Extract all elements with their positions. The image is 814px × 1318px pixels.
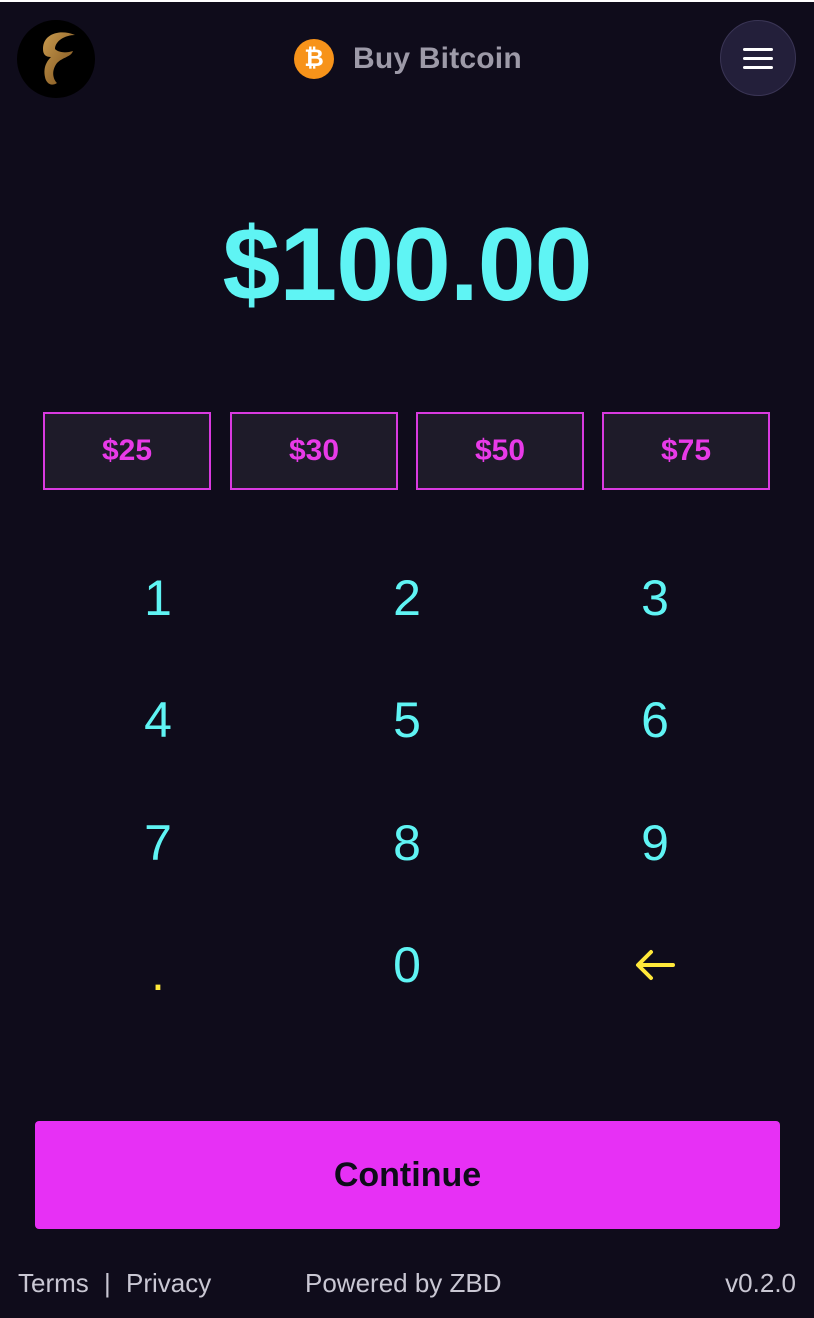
top-divider (0, 0, 814, 2)
continue-button[interactable]: Continue (35, 1121, 780, 1229)
bitcoin-icon: ₿ (294, 39, 334, 79)
hamburger-line (743, 65, 773, 69)
hamburger-menu-icon (743, 47, 773, 51)
terms-link[interactable]: Terms (18, 1266, 89, 1300)
keypad-key-1[interactable]: 1 (78, 548, 238, 648)
keypad-key-4[interactable]: 4 (78, 670, 238, 770)
keypad-key-6[interactable]: 6 (575, 670, 735, 770)
keypad-key-2[interactable]: 2 (327, 548, 487, 648)
page-title: Buy Bitcoin (353, 42, 522, 75)
backspace-button[interactable] (575, 915, 735, 1015)
keypad-key-decimal[interactable]: . (78, 915, 238, 1015)
arrow-left-icon (636, 950, 675, 980)
keypad-key-5[interactable]: 5 (327, 670, 487, 770)
hamburger-line (743, 56, 773, 60)
app-logo[interactable] (17, 20, 95, 98)
preset-amount-button[interactable]: $25 (43, 412, 211, 490)
decimal-point-label: . (151, 945, 165, 1001)
preset-amount-button[interactable]: $30 (230, 412, 398, 490)
fountain-logo-icon (43, 32, 75, 85)
keypad-key-3[interactable]: 3 (575, 548, 735, 648)
privacy-link[interactable]: Privacy (126, 1266, 211, 1300)
bitcoin-glyph: ₿ (304, 45, 324, 72)
powered-by-text[interactable]: Powered by ZBD (305, 1266, 502, 1300)
preset-amount-button[interactable]: $50 (416, 412, 584, 490)
keypad-key-8[interactable]: 8 (327, 793, 487, 893)
footer-separator: | (104, 1268, 111, 1298)
header-title: ₿ Buy Bitcoin (294, 38, 522, 80)
version-label: v0.2.0 (725, 1268, 796, 1298)
keypad-key-9[interactable]: 9 (575, 793, 735, 893)
keypad-key-0[interactable]: 0 (327, 915, 487, 1015)
keypad-key-7[interactable]: 7 (78, 793, 238, 893)
menu-button[interactable] (720, 20, 796, 96)
amount-display: $100.00 (222, 207, 593, 323)
preset-amount-button[interactable]: $75 (602, 412, 770, 490)
